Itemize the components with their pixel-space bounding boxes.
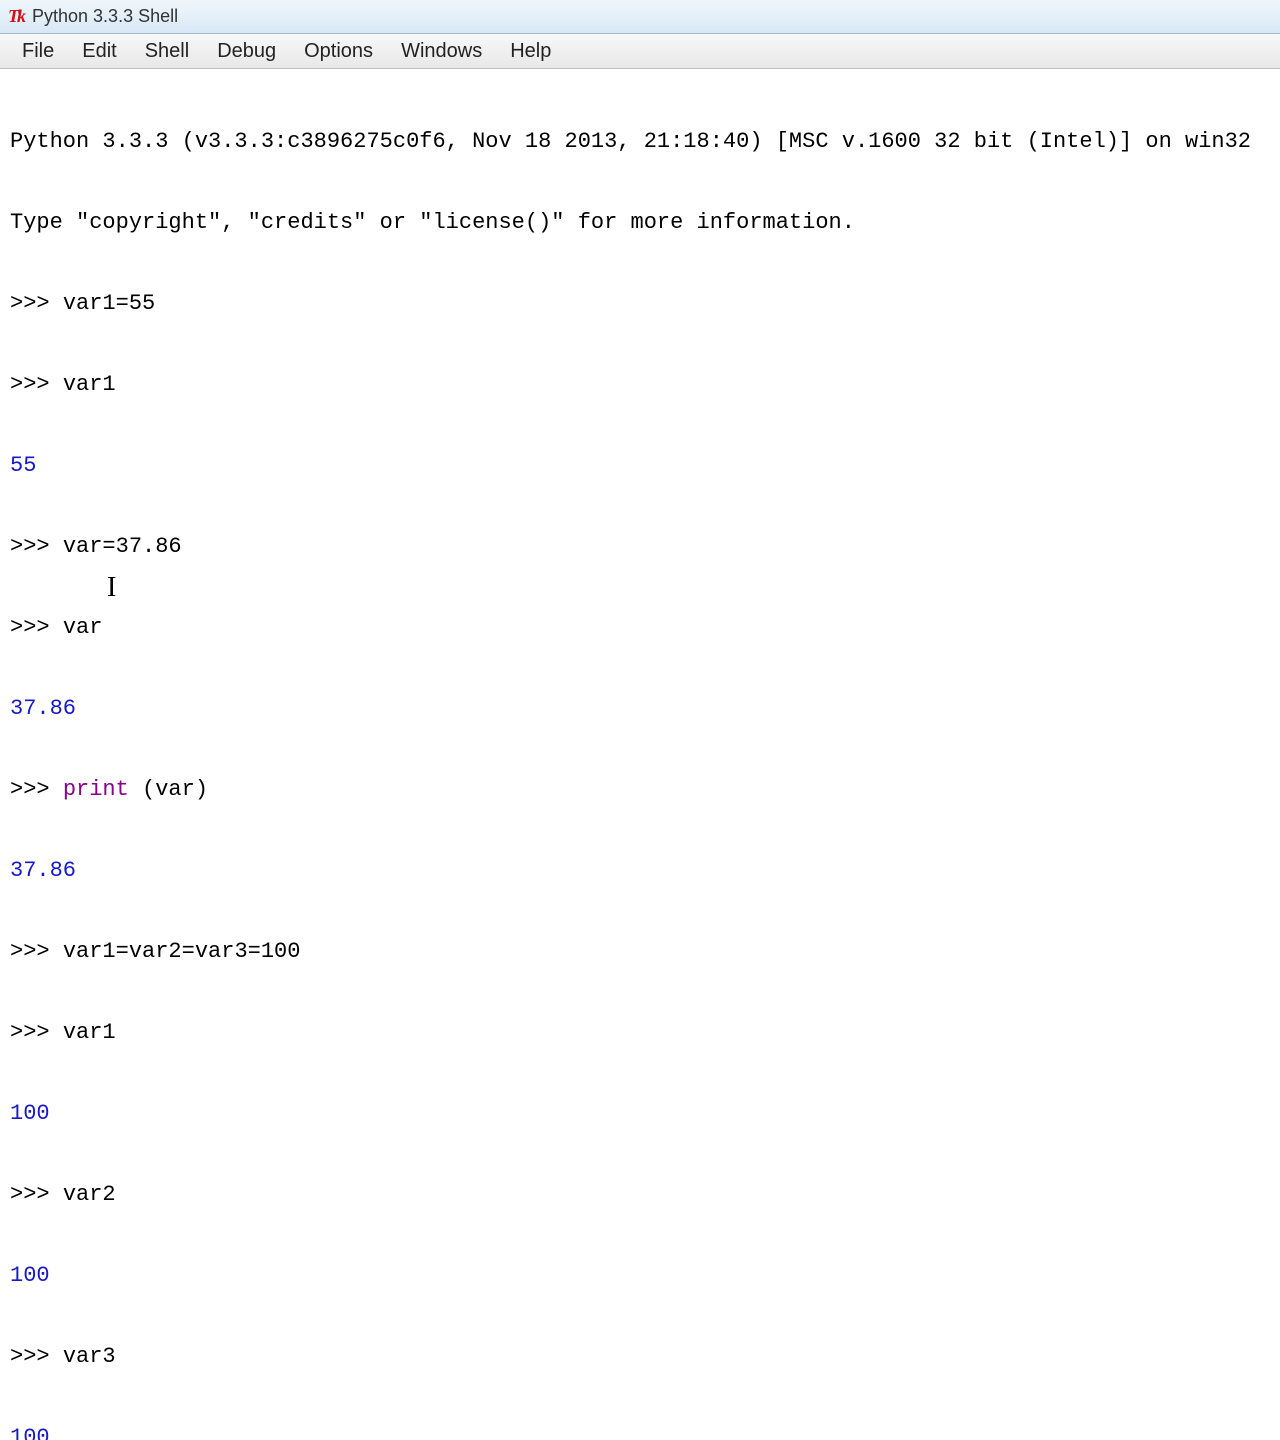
- menu-shell[interactable]: Shell: [131, 34, 203, 69]
- shell-line: >>> print (var): [10, 776, 1270, 803]
- shell-line: >>> var3: [10, 1343, 1270, 1370]
- titlebar: Tk Python 3.3.3 Shell: [0, 0, 1280, 34]
- print-keyword: print: [63, 777, 129, 802]
- shell-output: 100: [10, 1100, 1270, 1127]
- shell-content[interactable]: Python 3.3.3 (v3.3.3:c3896275c0f6, Nov 1…: [0, 69, 1280, 1440]
- shell-line: >>> var2: [10, 1181, 1270, 1208]
- shell-header-line: Type "copyright", "credits" or "license(…: [10, 209, 1270, 236]
- shell-header-line: Python 3.3.3 (v3.3.3:c3896275c0f6, Nov 1…: [10, 128, 1270, 155]
- menubar: File Edit Shell Debug Options Windows He…: [0, 34, 1280, 69]
- menu-edit[interactable]: Edit: [68, 34, 130, 69]
- shell-line: >>> var1=55: [10, 290, 1270, 317]
- shell-output: 100: [10, 1424, 1270, 1440]
- shell-line: >>> var1=var2=var3=100: [10, 938, 1270, 965]
- menu-help[interactable]: Help: [496, 34, 565, 69]
- shell-output: 55: [10, 452, 1270, 479]
- shell-output: 37.86: [10, 695, 1270, 722]
- shell-line: >>> var1: [10, 1019, 1270, 1046]
- shell-line: >>> var: [10, 614, 1270, 641]
- tk-icon: Tk: [8, 6, 24, 27]
- window-title: Python 3.3.3 Shell: [32, 6, 178, 27]
- shell-output: 100: [10, 1262, 1270, 1289]
- shell-line: >>> var1: [10, 371, 1270, 398]
- menu-windows[interactable]: Windows: [387, 34, 496, 69]
- shell-line: >>> var=37.86: [10, 533, 1270, 560]
- menu-options[interactable]: Options: [290, 34, 387, 69]
- shell-output: 37.86: [10, 857, 1270, 884]
- menu-debug[interactable]: Debug: [203, 34, 290, 69]
- menu-file[interactable]: File: [8, 34, 68, 69]
